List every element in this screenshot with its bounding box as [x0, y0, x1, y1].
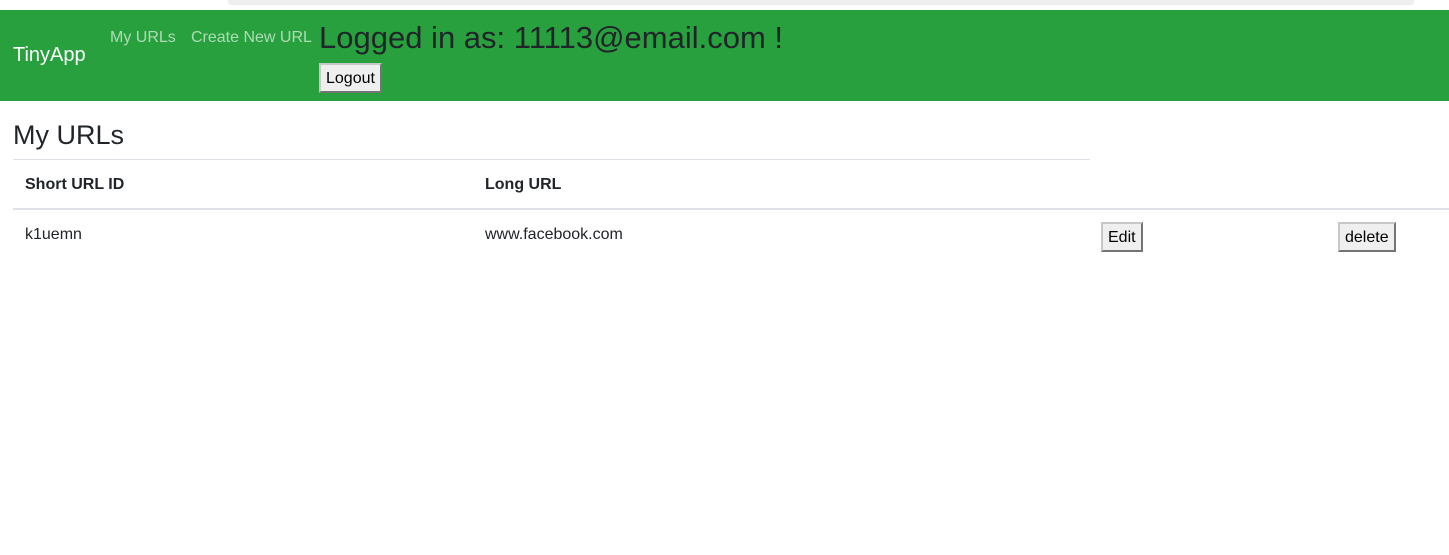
page-title: My URLs — [13, 120, 125, 150]
delete-button[interactable]: delete — [1338, 222, 1396, 252]
table-top-border — [13, 159, 1090, 160]
navbar: TinyApp My URLs Create New URL Logged in… — [0, 10, 1449, 101]
column-header-long-url: Long URL — [485, 176, 562, 193]
brand-link[interactable]: TinyApp — [13, 43, 86, 67]
long-url-cell: www.facebook.com — [485, 226, 623, 243]
table-header-divider — [13, 208, 1449, 210]
nav-link-create-new-url[interactable]: Create New URL — [191, 28, 312, 48]
short-url-id-cell: k1uemn — [25, 226, 82, 243]
logged-in-heading: Logged in as: 11113@email.com ! — [319, 20, 784, 55]
edit-button[interactable]: Edit — [1101, 222, 1143, 252]
nav-link-my-urls[interactable]: My URLs — [110, 28, 176, 48]
browser-top-strip — [0, 0, 1449, 10]
column-header-short-url-id: Short URL ID — [25, 176, 125, 193]
logout-button[interactable]: Logout — [319, 63, 382, 93]
top-scroll-hint — [228, 0, 1414, 5]
